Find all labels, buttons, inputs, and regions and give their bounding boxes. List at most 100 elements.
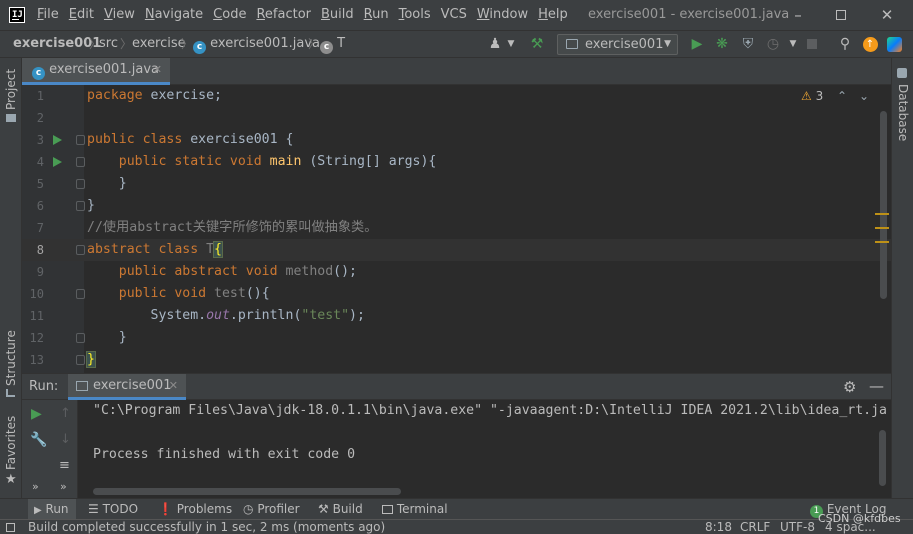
code-text: } <box>87 176 127 191</box>
fold-marker-icon[interactable] <box>76 289 85 299</box>
status-panel-icon[interactable] <box>6 520 20 534</box>
chevron-down-icon[interactable]: ▼ <box>785 36 801 52</box>
breadcrumb-src[interactable]: src <box>99 31 118 57</box>
code-line[interactable]: 11 System.out.println("test"); <box>22 305 891 327</box>
menu-help[interactable]: Help <box>533 0 573 30</box>
warning-marker[interactable] <box>875 241 889 243</box>
intellij-logo-icon[interactable]: IJ <box>9 7 25 23</box>
jetbrains-toolbox-icon[interactable] <box>886 36 902 52</box>
menu-view[interactable]: View <box>99 0 140 30</box>
tool-tab-todo[interactable]: ☰ TODO <box>88 499 138 520</box>
run-icon[interactable]: ▶ <box>689 36 705 52</box>
code-line[interactable]: 8 abstract class T{ <box>22 239 891 261</box>
project-tool-tab[interactable]: Project <box>0 62 22 122</box>
tool-tab-terminal[interactable]: Terminal <box>382 499 448 520</box>
structure-tool-tab[interactable]: Structure <box>0 330 22 400</box>
search-icon[interactable]: ⚲ <box>837 36 853 52</box>
coverage-shield-icon[interactable]: ⛨ <box>740 36 756 52</box>
fold-marker-icon[interactable] <box>76 245 85 255</box>
code-line[interactable]: 7 //使用abstract关键字所修饰的累叫做抽象类。 <box>22 217 891 239</box>
warning-marker[interactable] <box>875 213 889 215</box>
code-line[interactable]: 13 } <box>22 349 891 371</box>
caret-position[interactable]: 8:18 <box>705 520 732 534</box>
code-line[interactable]: 6 } <box>22 195 891 217</box>
horizontal-scrollbar[interactable] <box>93 488 401 495</box>
warning-marker[interactable] <box>875 227 889 229</box>
file-encoding[interactable]: UTF-8 <box>780 520 815 534</box>
menu-vcs[interactable]: VCS <box>436 0 472 30</box>
run-configuration-select[interactable]: exercise001 ▼ <box>557 34 678 55</box>
ide-update-icon[interactable]: ↑ <box>862 36 878 52</box>
soft-wrap-icon[interactable]: ≡ <box>59 458 70 473</box>
favorites-tool-tab[interactable]: Favorites ★ <box>0 416 22 488</box>
breadcrumb-package[interactable]: exercise <box>132 31 186 57</box>
fold-marker-icon[interactable] <box>76 157 85 167</box>
user-account-icon[interactable]: ♟ <box>487 36 503 52</box>
fold-marker-icon[interactable] <box>76 333 85 343</box>
run-main-gutter-icon[interactable] <box>53 157 62 167</box>
tool-tab-problems[interactable]: ❗ Problems <box>158 499 232 520</box>
code-line[interactable]: 10 public void test(){ <box>22 283 891 305</box>
breadcrumb-file[interactable]: c exercise001.java <box>193 31 320 57</box>
code-line[interactable]: 1 package exercise; <box>22 85 891 107</box>
editor-scrollbar[interactable] <box>880 111 887 299</box>
code-line[interactable]: 3 public class exercise001 { <box>22 129 891 151</box>
line-separator[interactable]: CRLF <box>740 520 770 534</box>
close-icon[interactable]: ✕ <box>864 0 910 30</box>
fold-marker-icon[interactable] <box>76 355 85 365</box>
close-tab-icon[interactable]: ✕ <box>153 58 162 82</box>
navigation-bar: exercise001 〉 src 〉 exercise 〉 c exercis… <box>0 30 913 58</box>
code-line[interactable]: 9 public abstract void method(); <box>22 261 891 283</box>
wrench-icon[interactable]: 🔧 <box>30 432 47 448</box>
debug-bug-icon[interactable]: ❋ <box>714 36 730 52</box>
menu-edit[interactable]: Edit <box>64 0 99 30</box>
status-message[interactable]: Build completed successfully in 1 sec, 2… <box>28 520 385 534</box>
database-tool-tab[interactable]: Database <box>892 68 913 141</box>
structure-icon <box>6 389 15 397</box>
more-icon[interactable]: » <box>32 480 39 493</box>
arrow-up-icon[interactable]: ↑ <box>60 406 71 421</box>
chevron-up-icon[interactable]: ⌃ <box>837 89 847 103</box>
close-tab-icon[interactable]: ✕ <box>169 374 178 398</box>
menu-code[interactable]: Code <box>208 0 251 30</box>
run-class-gutter-icon[interactable] <box>53 135 62 145</box>
menu-refactor[interactable]: Refactor <box>251 0 316 30</box>
fold-marker-icon[interactable] <box>76 201 85 211</box>
minimize-icon[interactable]: – <box>775 0 821 30</box>
hide-panel-icon[interactable]: — <box>869 374 884 398</box>
menu-build[interactable]: Build <box>316 0 359 30</box>
settings-gear-icon[interactable]: ⚙ <box>843 374 856 400</box>
code-line[interactable]: 2 <box>22 107 891 129</box>
menu-window[interactable]: Window <box>472 0 533 30</box>
profile-icon[interactable]: ◷ <box>765 36 781 52</box>
chevron-down-icon[interactable]: ▼ <box>503 36 519 52</box>
code-editor[interactable]: 1 package exercise; 2 3 public class exe… <box>22 85 891 373</box>
menu-tools[interactable]: Tools <box>394 0 436 30</box>
code-line[interactable]: 4 public static void main (String[] args… <box>22 151 891 173</box>
tool-tab-run[interactable]: ▶ Run <box>28 499 76 520</box>
rerun-icon[interactable]: ▶ <box>31 406 42 422</box>
build-hammer-icon[interactable]: ⚒ <box>529 36 545 52</box>
console-scrollbar[interactable] <box>879 430 886 486</box>
menu-file[interactable]: File <box>32 0 64 30</box>
code-line[interactable]: 12 } <box>22 327 891 349</box>
more-icon[interactable]: » <box>60 480 67 493</box>
run-console[interactable]: "C:\Program Files\Java\jdk-18.0.1.1\bin\… <box>78 400 891 498</box>
menu-run[interactable]: Run <box>359 0 394 30</box>
fold-marker-icon[interactable] <box>76 135 85 145</box>
code-line[interactable]: 5 } <box>22 173 891 195</box>
fold-marker-icon[interactable] <box>76 179 85 189</box>
editor-tab-exercise001[interactable]: c exercise001.java ✕ <box>22 58 170 85</box>
run-tab-exercise001[interactable]: exercise001 ✕ <box>68 374 186 400</box>
menu-navigate[interactable]: Navigate <box>140 0 208 30</box>
maximize-icon[interactable] <box>818 0 864 30</box>
chevron-down-icon[interactable]: ⌄ <box>859 89 869 103</box>
tool-tab-build[interactable]: ⚒ Build <box>318 499 363 520</box>
inspection-widget[interactable]: ⚠ 3 ⌃ ⌄ <box>801 89 869 103</box>
breadcrumb-class[interactable]: c T <box>320 31 345 57</box>
folder-icon <box>6 114 16 122</box>
stop-icon[interactable] <box>804 36 820 52</box>
arrow-down-icon[interactable]: ↓ <box>60 432 71 447</box>
editor-tab-label: exercise001.java <box>49 62 159 77</box>
tool-tab-profiler[interactable]: ◷ Profiler <box>243 499 300 520</box>
